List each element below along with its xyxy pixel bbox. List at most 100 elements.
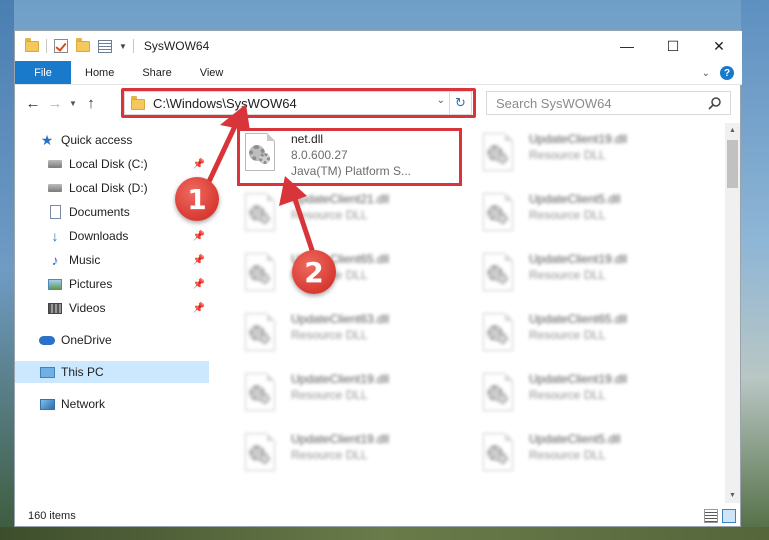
sidebar-item-this-pc[interactable]: This PC	[15, 361, 209, 383]
file-description: Resource DLL	[529, 448, 606, 462]
address-bar[interactable]: C:\Windows\SysWOW64 ⌄ ↻	[124, 91, 472, 115]
maximize-button[interactable]: ☐	[650, 31, 696, 61]
file-item[interactable]: UpdateClient65.dll Resource DLL	[465, 309, 695, 361]
dll-file-icon	[243, 253, 279, 297]
file-description: Resource DLL	[291, 328, 368, 342]
minimize-button[interactable]: —	[604, 31, 650, 61]
scroll-up-arrow-icon[interactable]: ▲	[725, 123, 740, 138]
item-count: 160 items	[28, 510, 76, 522]
sidebar-item-pictures[interactable]: Pictures 📌	[15, 273, 209, 295]
file-name: net.dll	[291, 132, 324, 146]
ribbon-tabs: File Home Share View ⌄ ?	[15, 61, 742, 85]
callout-step-1: 1	[175, 177, 219, 221]
pin-icon[interactable]: 📌	[193, 255, 205, 266]
properties-icon[interactable]	[97, 38, 113, 54]
dll-file-icon	[243, 193, 279, 237]
sidebar-item-videos[interactable]: Videos 📌	[15, 297, 209, 319]
dll-file-icon	[243, 433, 279, 477]
callout-step-2: 2	[292, 250, 336, 294]
file-item[interactable]: UpdateClient19.dll Resource DLL	[227, 369, 457, 421]
vertical-scrollbar[interactable]: ▲ ▼	[725, 123, 740, 503]
sidebar-item-onedrive[interactable]: OneDrive	[15, 329, 209, 351]
address-path[interactable]: C:\Windows\SysWOW64	[153, 96, 297, 111]
tab-file[interactable]: File	[15, 61, 71, 84]
sidebar-item-label: Music	[69, 253, 101, 267]
sidebar-item-local-disk-c[interactable]: Local Disk (C:) 📌	[15, 153, 209, 175]
up-arrow-icon[interactable]: ↑	[80, 91, 102, 115]
file-item[interactable]: UpdateClient5.dll Resource DLL	[465, 189, 695, 241]
sidebar-item-label: Local Disk (C:)	[69, 157, 148, 171]
pin-icon[interactable]: 📌	[193, 159, 205, 170]
sidebar-item-network[interactable]: Network	[15, 393, 209, 415]
file-item[interactable]: UpdateClient65.dll Resource DLL	[227, 249, 457, 301]
file-item-net-dll[interactable]: net.dll 8.0.600.27 Java(TM) Platform S..…	[227, 129, 457, 181]
music-note-icon: ♪	[51, 252, 59, 268]
scrollbar-thumb[interactable]	[727, 140, 738, 188]
desktop-background-bottom	[0, 527, 769, 540]
sidebar-item-quick-access[interactable]: ★ Quick access	[15, 129, 209, 151]
scroll-down-arrow-icon[interactable]: ▼	[725, 488, 740, 503]
search-input[interactable]: Search SysWOW64	[496, 96, 612, 111]
toolbar-separator	[132, 39, 134, 53]
file-item[interactable]: UpdateClient63.dll Resource DLL	[227, 309, 457, 361]
sidebar-item-label: Pictures	[69, 277, 113, 291]
sidebar-item-label: OneDrive	[61, 333, 112, 347]
file-name: UpdateClient5.dll	[529, 432, 621, 446]
navigation-pane: ★ Quick access Local Disk (C:) 📌 Local D…	[15, 123, 209, 503]
dll-file-icon	[481, 373, 517, 417]
close-button[interactable]: ✕	[696, 31, 742, 61]
file-item[interactable]: UpdateClient19.dll Resource DLL	[227, 429, 457, 481]
search-icon[interactable]	[708, 96, 722, 110]
network-icon	[39, 396, 55, 412]
forward-arrow-icon[interactable]: →	[44, 91, 66, 115]
file-item[interactable]: UpdateClient19.dll Resource DLL	[465, 129, 695, 181]
properties-check-icon[interactable]	[53, 38, 69, 54]
tab-share[interactable]: Share	[128, 61, 185, 84]
sidebar-item-label: Documents	[69, 205, 130, 219]
star-icon: ★	[40, 131, 54, 148]
file-description: Resource DLL	[529, 208, 606, 222]
sidebar-item-label: Downloads	[69, 229, 129, 243]
file-name: UpdateClient19.dll	[529, 132, 628, 146]
address-dropdown-icon[interactable]: ⌄	[437, 95, 445, 106]
file-name: UpdateClient19.dll	[291, 432, 390, 446]
title-bar: ▼ SysWOW64 — ☐ ✕	[15, 31, 742, 61]
tab-view[interactable]: View	[186, 61, 238, 84]
dll-file-icon	[243, 373, 279, 417]
pin-icon[interactable]: 📌	[193, 303, 205, 314]
download-arrow-icon: ↓	[51, 228, 59, 244]
refresh-icon[interactable]: ↻	[449, 92, 471, 114]
pin-icon[interactable]: 📌	[193, 279, 205, 290]
pin-icon[interactable]: 📌	[193, 231, 205, 242]
sidebar-item-music[interactable]: ♪ Music 📌	[15, 249, 209, 271]
help-icon[interactable]: ?	[720, 66, 734, 80]
file-name: UpdateClient19.dll	[291, 372, 390, 386]
expand-ribbon-chevron-icon[interactable]: ⌄	[702, 68, 710, 79]
customize-toolbar-dropdown-icon[interactable]: ▼	[119, 42, 127, 51]
file-item[interactable]: UpdateClient19.dll Resource DLL	[465, 249, 695, 301]
picture-icon	[47, 276, 63, 292]
file-name: UpdateClient63.dll	[291, 312, 390, 326]
new-folder-icon[interactable]	[75, 37, 91, 54]
search-box[interactable]: Search SysWOW64	[486, 91, 731, 115]
recent-locations-chevron-icon[interactable]: ▼	[66, 91, 80, 115]
sidebar-item-downloads[interactable]: ↓ Downloads 📌	[15, 225, 209, 247]
dll-file-icon	[243, 133, 279, 177]
back-arrow-icon[interactable]: ←	[22, 91, 44, 115]
quick-access-toolbar: ▼	[15, 31, 140, 61]
cloud-icon	[39, 332, 55, 348]
details-view-icon[interactable]	[704, 509, 718, 523]
document-icon	[47, 204, 63, 220]
file-name: UpdateClient19.dll	[529, 372, 628, 386]
tab-home[interactable]: Home	[71, 61, 128, 84]
file-description: Resource DLL	[529, 388, 606, 402]
sidebar-item-label: Quick access	[61, 133, 133, 147]
file-item[interactable]: UpdateClient19.dll Resource DLL	[465, 369, 695, 421]
dll-file-icon	[481, 253, 517, 297]
file-item[interactable]: UpdateClient21.dll Resource DLL	[227, 189, 457, 241]
file-item[interactable]: UpdateClient5.dll Resource DLL	[465, 429, 695, 481]
tiles-view-icon[interactable]	[722, 509, 736, 523]
file-name: UpdateClient5.dll	[529, 192, 621, 206]
sidebar-item-label: Videos	[69, 301, 106, 315]
toolbar-separator	[46, 39, 47, 53]
